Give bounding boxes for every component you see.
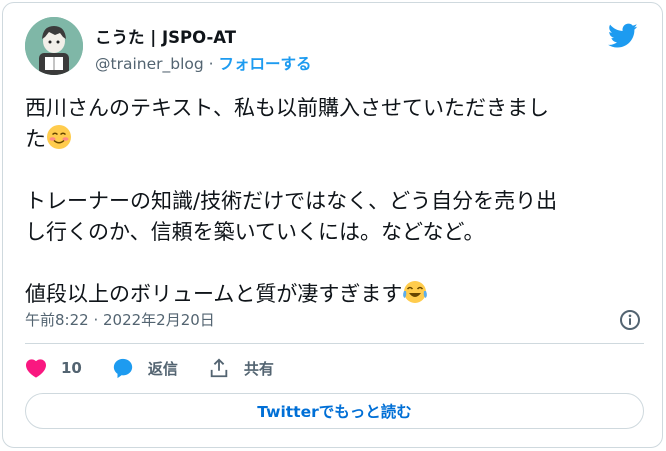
share-icon	[210, 358, 228, 378]
share-label: 共有	[243, 359, 274, 378]
action-bar: 10 返信 共有	[25, 355, 304, 381]
tweet-line-2: た	[25, 127, 46, 151]
blushing-smile-emoji	[47, 125, 71, 149]
read-more-button[interactable]: Twitterでもっと読む	[25, 393, 644, 429]
heart-icon	[25, 359, 47, 378]
avatar-illustration	[25, 17, 83, 75]
share-button[interactable]: 共有	[208, 357, 274, 379]
tears-of-joy-emoji	[403, 281, 428, 303]
tweet-timestamp[interactable]: 午前8:22 · 2022年2月20日	[25, 309, 215, 330]
tweet-text: 西川さんのテキスト、私も以前購入させていただきまし た トレーナーの知識/技術だ…	[25, 93, 650, 310]
reply-bubble-icon	[113, 358, 133, 379]
avatar[interactable]	[25, 17, 83, 75]
handle-row: @trainer_blog · フォローする	[95, 52, 312, 74]
reply-button[interactable]: 返信	[112, 357, 178, 379]
tweet-line-5: 値段以上のボリュームと質が凄すぎます	[25, 282, 403, 306]
like-count: 10	[61, 359, 82, 377]
tweet-line-3: トレーナーの知識/技術だけではなく、どう自分を売り出	[25, 189, 558, 213]
tweet-card: こうた | JSPO-AT @trainer_blog · フォローする 西川さ…	[2, 2, 663, 448]
like-button[interactable]: 10	[25, 358, 82, 378]
user-handle[interactable]: @trainer_blog	[95, 55, 204, 73]
display-name[interactable]: こうた | JSPO-AT	[95, 24, 236, 48]
info-icon[interactable]	[619, 309, 641, 331]
follow-button[interactable]: フォローする	[219, 55, 312, 73]
twitter-bird-icon[interactable]	[608, 23, 638, 49]
separator: ·	[208, 55, 214, 73]
reply-label: 返信	[147, 359, 178, 378]
tweet-line-1: 西川さんのテキスト、私も以前購入させていただきまし	[25, 96, 549, 120]
tweet-line-4: し行くのか、信頼を築いていくには。などなど。	[25, 220, 485, 244]
divider	[25, 343, 644, 344]
